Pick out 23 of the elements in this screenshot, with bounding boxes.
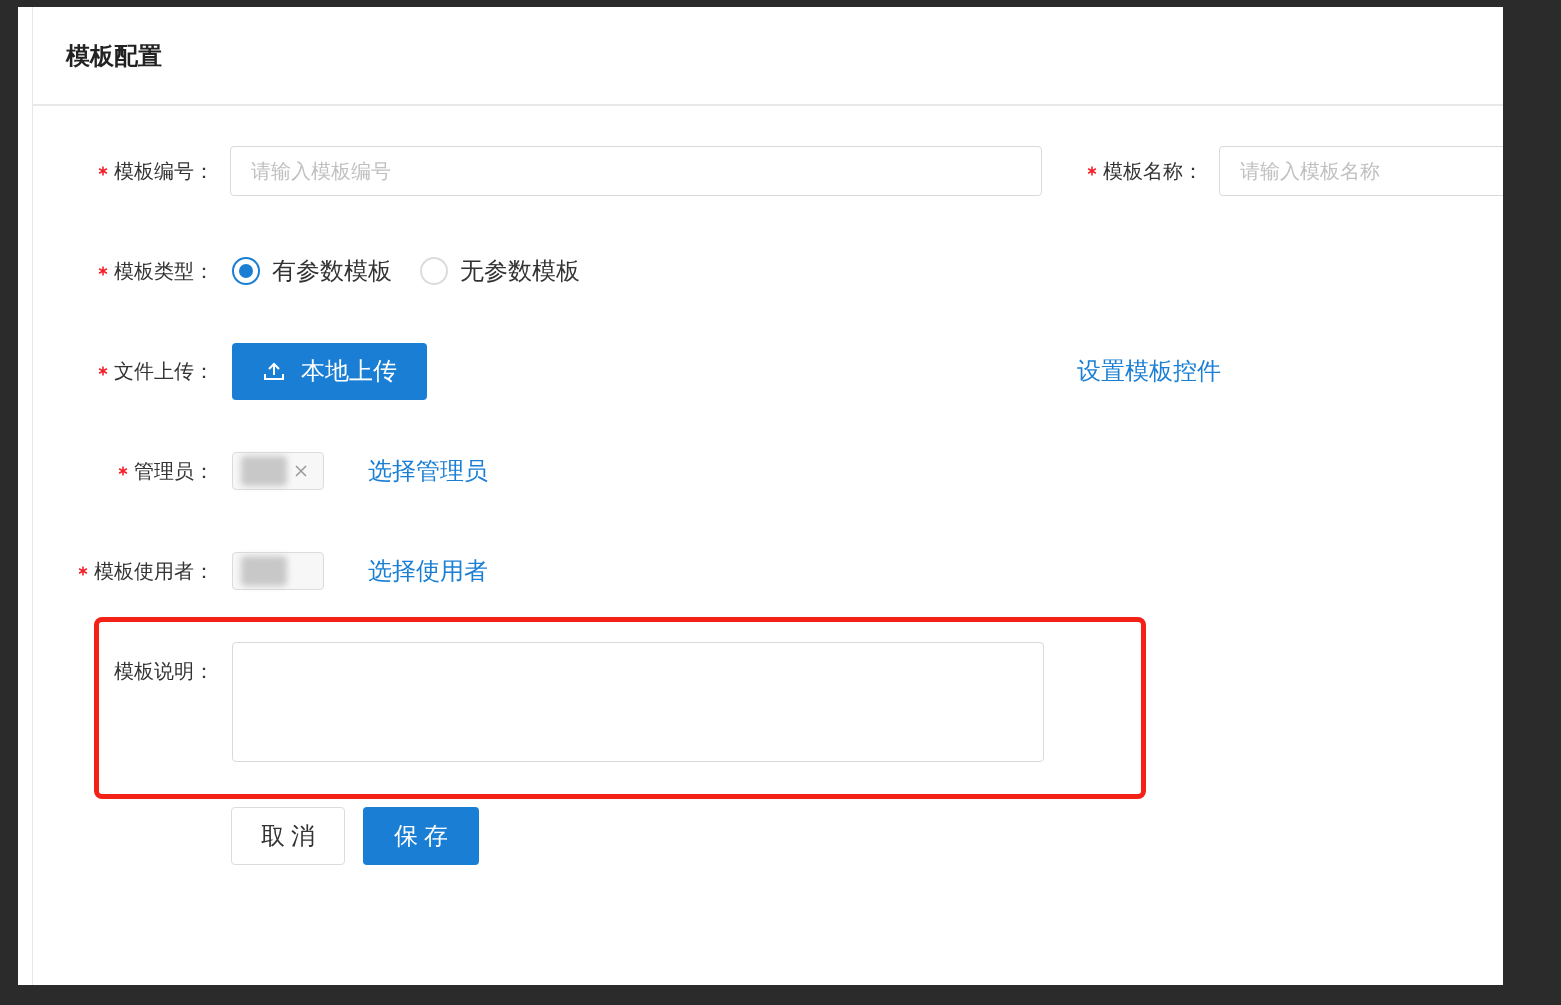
field-label: 模板使用者：	[94, 559, 214, 584]
link[interactable]: 设置模板控件	[1077, 353, 1221, 389]
blurred-name	[241, 456, 287, 486]
upload-button[interactable]: 本地上传	[232, 342, 427, 400]
cancel-button[interactable]: 取 消	[231, 807, 345, 865]
radio-label: 无参数模板	[460, 256, 580, 286]
field-label: 管理员：	[134, 459, 214, 484]
field-label: 模板类型：	[114, 259, 214, 284]
field-label: 文件上传：	[114, 359, 214, 384]
radio-label: 有参数模板	[272, 256, 392, 286]
upload-icon	[262, 361, 285, 381]
field-label: 模板编号：	[114, 159, 214, 184]
field-label: 模板名称：	[1103, 159, 1203, 184]
field-label: 模板说明：	[114, 659, 214, 684]
text-input[interactable]: 请输入模板名称	[1219, 146, 1503, 196]
blurred-name	[241, 556, 287, 586]
dialog-title: 模板配置	[66, 40, 162, 71]
radio-button[interactable]	[232, 257, 260, 285]
text-input[interactable]: 请输入模板编号	[230, 146, 1042, 196]
link[interactable]: 选择管理员	[368, 453, 488, 489]
close-icon[interactable]	[295, 465, 307, 477]
save-button[interactable]: 保 存	[363, 807, 479, 865]
link[interactable]: 选择使用者	[368, 553, 488, 589]
